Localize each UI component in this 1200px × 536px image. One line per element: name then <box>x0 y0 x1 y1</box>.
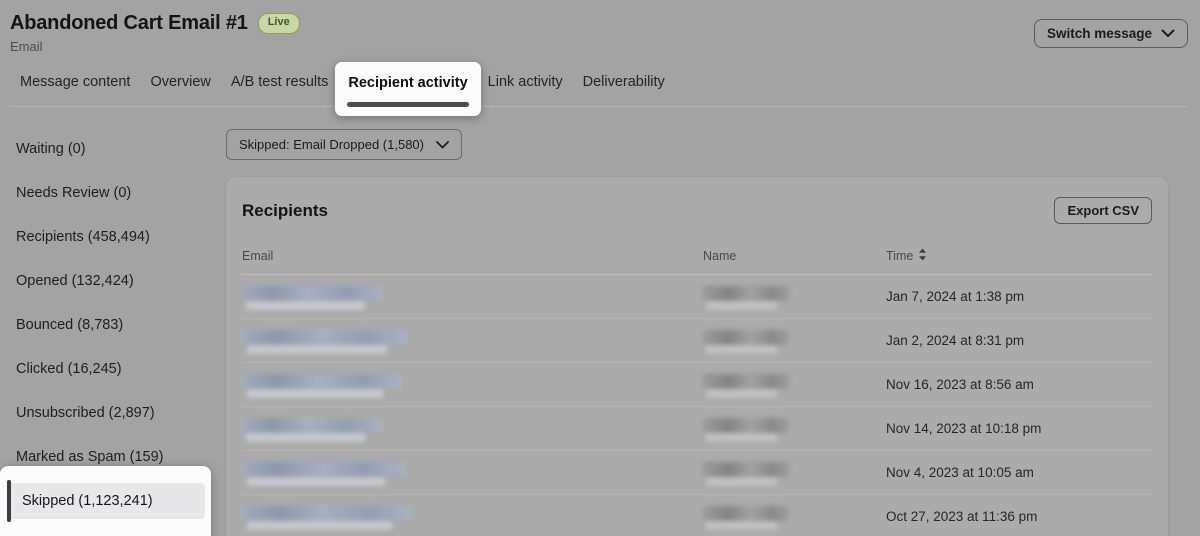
sidebar-item-waiting[interactable]: Waiting (0) <box>0 127 212 171</box>
table-row[interactable]: Jan 2, 2024 at 8:31 pm <box>242 319 1152 363</box>
status-badge: Live <box>258 13 300 33</box>
main-panel: Skipped: Email Dropped (1,580) Recipient… <box>212 107 1200 536</box>
export-csv-button[interactable]: Export CSV <box>1054 197 1152 224</box>
tab-overview[interactable]: Overview <box>150 74 210 106</box>
row-time: Nov 14, 2023 at 10:18 pm <box>886 421 1152 436</box>
sidebar-item-skipped-label: Skipped (1,123,241) <box>22 493 153 509</box>
table-row[interactable]: Nov 16, 2023 at 8:56 am <box>242 363 1152 407</box>
column-header-time-sort[interactable]: Time <box>886 248 1152 264</box>
row-time: Oct 27, 2023 at 11:36 pm <box>886 509 1152 524</box>
sort-arrows-icon <box>918 248 927 264</box>
skipped-reason-dropdown[interactable]: Skipped: Email Dropped (1,580) <box>226 129 462 160</box>
row-time: Nov 4, 2023 at 10:05 am <box>886 465 1152 480</box>
redacted-email <box>242 286 382 301</box>
page-header: Abandoned Cart Email #1 Live Email Switc… <box>0 0 1200 107</box>
redacted-email <box>242 418 382 433</box>
page-title: Abandoned Cart Email #1 <box>10 12 248 35</box>
column-header-email: Email <box>242 249 703 263</box>
row-time: Nov 16, 2023 at 8:56 am <box>886 377 1152 392</box>
column-header-name: Name <box>703 249 886 263</box>
table-row[interactable]: Jan 7, 2024 at 1:38 pm <box>242 275 1152 319</box>
table-header: Email Name Time <box>242 248 1152 275</box>
redacted-name <box>703 374 789 389</box>
row-time: Jan 7, 2024 at 1:38 pm <box>886 289 1152 304</box>
redacted-email <box>242 374 402 389</box>
sidebar-item-recipients[interactable]: Recipients (458,494) <box>0 215 212 259</box>
content-area: Waiting (0) Needs Review (0) Recipients … <box>0 107 1200 536</box>
redacted-name <box>703 462 789 477</box>
redacted-email <box>242 506 412 521</box>
tab-bar: Message content Overview A/B test result… <box>10 54 1188 107</box>
recipients-card: Recipients Export CSV Email Name Time Ja… <box>226 177 1168 536</box>
tab-deliverability[interactable]: Deliverability <box>583 74 665 106</box>
table-row[interactable]: Nov 4, 2023 at 10:05 am <box>242 451 1152 495</box>
row-time: Jan 2, 2024 at 8:31 pm <box>886 333 1152 348</box>
sidebar-item-unsubscribed[interactable]: Unsubscribed (2,897) <box>0 391 212 435</box>
redacted-name <box>703 506 789 521</box>
tab-link-activity[interactable]: Link activity <box>488 74 563 106</box>
sidebar-item-skipped[interactable]: Skipped (1,123,241) <box>0 479 212 523</box>
table-row[interactable]: Oct 27, 2023 at 11:36 pm <box>242 495 1152 536</box>
redacted-name <box>703 286 789 301</box>
skipped-reason-value: Skipped: Email Dropped (1,580) <box>239 137 424 152</box>
sidebar-item-opened[interactable]: Opened (132,424) <box>0 259 212 303</box>
tab-ab-test-results[interactable]: A/B test results <box>231 74 329 106</box>
redacted-email <box>242 462 405 477</box>
redacted-name <box>703 330 789 345</box>
switch-message-button[interactable]: Switch message <box>1034 19 1188 48</box>
redacted-name <box>703 418 789 433</box>
card-title: Recipients <box>242 201 328 221</box>
tab-recipient-activity[interactable]: Recipient activity <box>335 62 480 116</box>
channel-subtitle: Email <box>10 39 300 54</box>
tab-message-content[interactable]: Message content <box>20 74 130 106</box>
column-header-time: Time <box>886 249 913 263</box>
sidebar-item-clicked[interactable]: Clicked (16,245) <box>0 347 212 391</box>
table-row[interactable]: Nov 14, 2023 at 10:18 pm <box>242 407 1152 451</box>
table-body: Jan 7, 2024 at 1:38 pm Jan 2, 2024 at 8:… <box>242 275 1152 536</box>
redacted-email <box>242 330 407 345</box>
chevron-down-icon <box>1161 26 1175 41</box>
sidebar-item-bounced[interactable]: Bounced (8,783) <box>0 303 212 347</box>
chevron-down-icon <box>436 137 449 152</box>
recipient-status-sidebar: Waiting (0) Needs Review (0) Recipients … <box>0 107 212 523</box>
sidebar-item-needs-review[interactable]: Needs Review (0) <box>0 171 212 215</box>
switch-message-label: Switch message <box>1047 26 1152 41</box>
